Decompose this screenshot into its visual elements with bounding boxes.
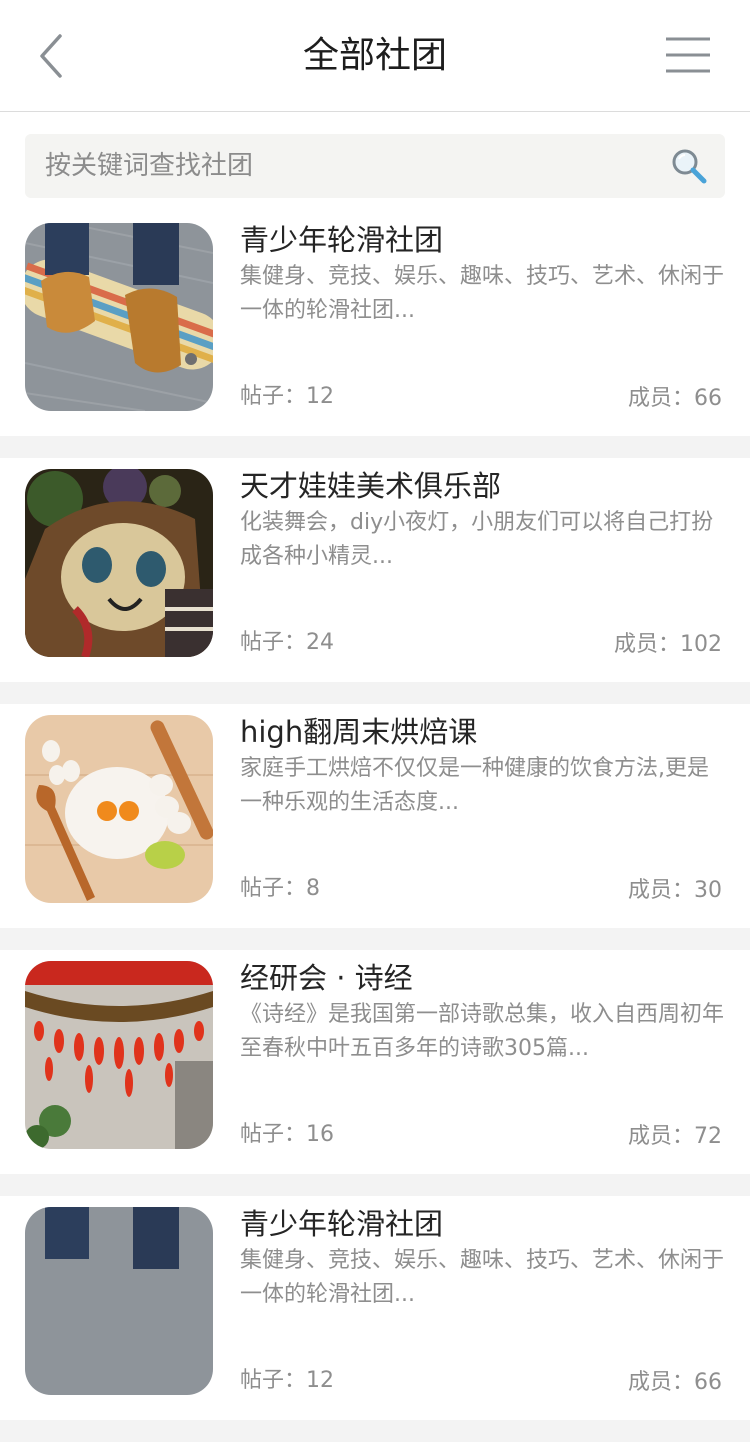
club-post-count: 帖子：12 [240, 1368, 334, 1393]
club-post-count: 帖子：24 [240, 630, 334, 655]
club-post-count: 帖子：16 [240, 1122, 334, 1147]
club-thumbnail [25, 961, 213, 1149]
club-thumbnail [25, 223, 213, 411]
club-thumbnail [25, 715, 213, 903]
club-list: 青少年轮滑社团 集健身、竞技、娱乐、趣味、技巧、艺术、休闲于一体的轮滑社团...… [0, 212, 750, 1442]
menu-button[interactable] [660, 30, 716, 80]
club-card[interactable]: 天才娃娃美术俱乐部 化装舞会，diy小夜灯，小朋友们可以将自己打扮成各种小精灵.… [0, 458, 750, 682]
club-name: 经研会 · 诗经 [240, 961, 413, 995]
search-icon[interactable] [669, 146, 709, 186]
club-member-count: 成员：72 [628, 1124, 722, 1149]
club-description: 家庭手工烘焙不仅仅是一种健康的饮食方法,更是一种乐观的生活态度... [240, 756, 709, 815]
page-title: 全部社团 [302, 35, 447, 76]
club-member-count: 成员：102 [614, 632, 722, 657]
club-card[interactable]: 青少年轮滑社团 集健身、竞技、娱乐、趣味、技巧、艺术、休闲于一体的轮滑社团...… [0, 1196, 750, 1420]
club-post-count: 帖子：12 [240, 384, 334, 409]
club-description: 《诗经》是我国第一部诗歌总集，收入自西周初年至春秋中叶五百多年的诗歌305篇..… [240, 1002, 725, 1061]
club-member-count: 成员：30 [628, 878, 722, 903]
club-member-count: 成员：66 [628, 1370, 722, 1395]
club-name: 青少年轮滑社团 [240, 223, 444, 257]
club-name: 青少年轮滑社团 [240, 1207, 444, 1241]
club-card[interactable]: 经研会 · 诗经 《诗经》是我国第一部诗歌总集，收入自西周初年至春秋中叶五百多年… [0, 950, 750, 1174]
header-bar: 全部社团 [0, 0, 750, 112]
club-name: 天才娃娃美术俱乐部 [240, 469, 502, 503]
club-description: 集健身、竞技、娱乐、趣味、技巧、艺术、休闲于一体的轮滑社团... [240, 264, 725, 323]
club-card[interactable]: 青少年轮滑社团 集健身、竞技、娱乐、趣味、技巧、艺术、休闲于一体的轮滑社团...… [0, 212, 750, 436]
search-input[interactable] [45, 134, 645, 198]
club-name: high翻周末烘焙课 [240, 715, 478, 749]
search-box [25, 134, 725, 198]
club-description: 集健身、竞技、娱乐、趣味、技巧、艺术、休闲于一体的轮滑社团... [240, 1248, 725, 1307]
club-post-count: 帖子：8 [240, 876, 320, 901]
menu-icon [666, 37, 710, 73]
club-description: 化装舞会，diy小夜灯，小朋友们可以将自己打扮成各种小精灵... [240, 510, 714, 569]
search-bar [0, 112, 750, 212]
club-thumbnail [25, 469, 213, 657]
club-member-count: 成员：66 [628, 386, 722, 411]
club-thumbnail [25, 1207, 213, 1395]
club-card[interactable]: high翻周末烘焙课 家庭手工烘焙不仅仅是一种健康的饮食方法,更是一种乐观的生活… [0, 704, 750, 928]
